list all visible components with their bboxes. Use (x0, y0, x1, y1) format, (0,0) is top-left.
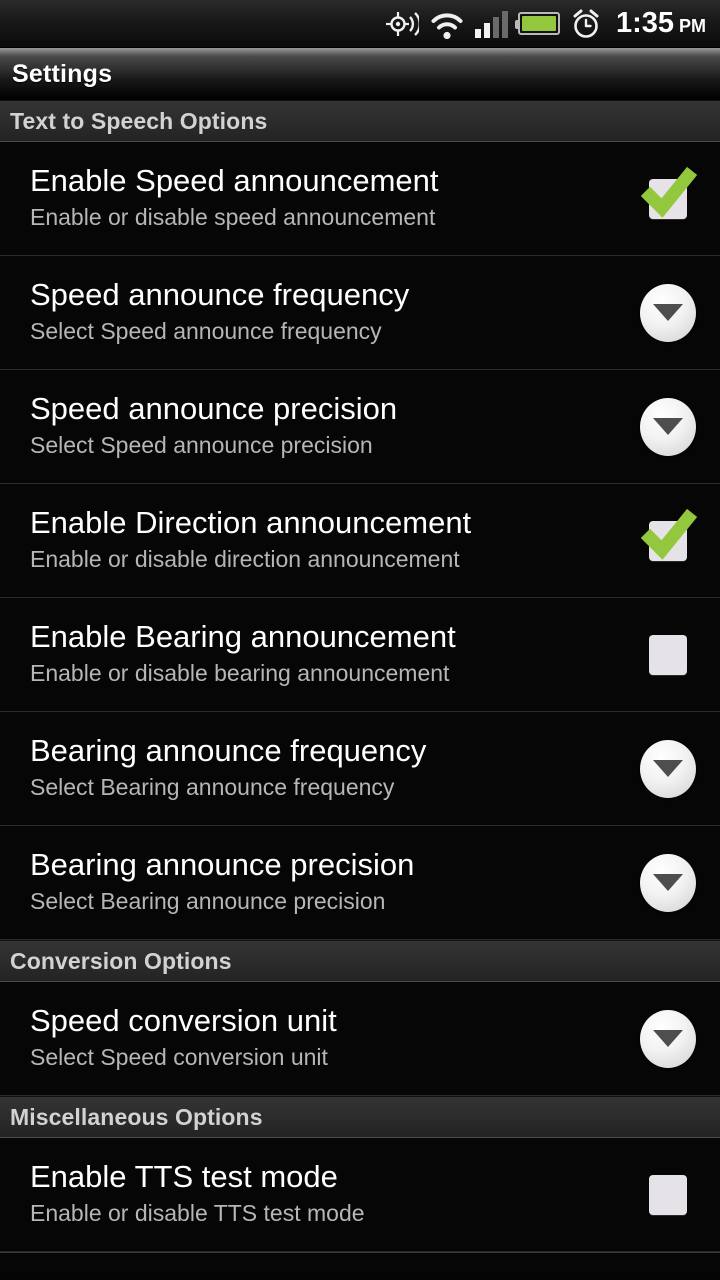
settings-row-bearing-announce-precision[interactable]: Bearing announce precision Select Bearing… (0, 826, 720, 940)
section-header-miscellaneous-options: Miscellaneous Options (0, 1096, 720, 1138)
row-title: Speed announce frequency (30, 277, 410, 313)
checkbox-unchecked[interactable] (649, 1174, 687, 1215)
section-header-conversion-options: Conversion Options (0, 940, 720, 982)
row-text-block: Speed conversion unit Select Speed conver… (30, 1003, 632, 1071)
row-widget[interactable] (632, 739, 704, 798)
row-text-block: Enable Direction announcement Enable or d… (30, 505, 632, 573)
settings-row-speed-announce-precision[interactable]: Speed announce precision Select Speed ann… (0, 370, 720, 484)
row-widget[interactable] (632, 508, 704, 561)
row-title: Enable Direction announcement (30, 505, 472, 541)
section-header-label: Conversion Options (10, 947, 232, 974)
row-text-block: Bearing announce precision Select Bearing… (30, 847, 632, 915)
row-summary: Select Speed announce precision (30, 432, 373, 459)
settings-row-enable-tts-test-mode[interactable]: Enable TTS test mode Enable or disable TT… (0, 1138, 720, 1252)
row-title: Speed conversion unit (30, 1003, 337, 1039)
row-summary: Select Speed announce frequency (30, 318, 382, 345)
checkmark-icon (640, 166, 698, 218)
page-title: Settings (12, 59, 113, 88)
status-bar: 1:35 PM (0, 0, 720, 48)
dropdown-spinner-button[interactable] (640, 739, 696, 798)
battery-icon (514, 12, 560, 35)
row-title: Speed announce precision (30, 391, 398, 427)
row-widget[interactable] (632, 1009, 704, 1068)
row-text-block: Enable Speed announcement Enable or disab… (30, 163, 632, 231)
gps-icon (385, 9, 419, 39)
chevron-down-icon (653, 418, 683, 435)
clock-ampm: PM (679, 16, 706, 36)
row-summary: Enable or disable TTS test mode (30, 1200, 365, 1227)
dropdown-spinner-button[interactable] (640, 1009, 696, 1068)
checkbox-checked[interactable] (640, 508, 698, 561)
row-widget[interactable] (632, 166, 704, 219)
row-widget[interactable] (632, 397, 704, 456)
row-summary: Enable or disable bearing announcement (30, 660, 450, 687)
chevron-down-icon (653, 874, 683, 891)
section-header-text-to-speech-options: Text to Speech Options (0, 100, 720, 142)
dropdown-spinner-button[interactable] (640, 283, 696, 342)
row-widget[interactable] (632, 853, 704, 912)
row-text-block: Speed announce precision Select Speed ann… (30, 391, 632, 459)
row-summary: Enable or disable speed announcement (30, 204, 436, 231)
settings-row-bearing-announce-frequency[interactable]: Bearing announce frequency Select Bearing… (0, 712, 720, 826)
row-title: Enable Speed announcement (30, 163, 439, 199)
alarm-clock-icon (570, 8, 602, 40)
list-bottom-spacer (0, 1252, 720, 1278)
dropdown-spinner-button[interactable] (640, 853, 696, 912)
row-title: Bearing announce frequency (30, 733, 427, 769)
row-title: Bearing announce precision (30, 847, 415, 883)
section-header-label: Text to Speech Options (10, 107, 268, 134)
chevron-down-icon (653, 304, 683, 321)
title-bar: Settings (0, 48, 720, 100)
cellular-signal-icon (474, 10, 508, 38)
chevron-down-icon (653, 1030, 683, 1047)
checkmark-icon (640, 508, 698, 560)
row-title: Enable TTS test mode (30, 1159, 338, 1195)
row-text-block: Bearing announce frequency Select Bearing… (30, 733, 632, 801)
settings-row-speed-announce-frequency[interactable]: Speed announce frequency Select Speed ann… (0, 256, 720, 370)
section-header-label: Miscellaneous Options (10, 1103, 263, 1130)
dropdown-spinner-button[interactable] (640, 397, 696, 456)
settings-row-enable-direction-announcement[interactable]: Enable Direction announcement Enable or d… (0, 484, 720, 598)
settings-row-enable-bearing-announcement[interactable]: Enable Bearing announcement Enable or dis… (0, 598, 720, 712)
wifi-icon (429, 9, 465, 39)
settings-list[interactable]: Text to Speech Options Enable Speed annou… (0, 100, 720, 1252)
clock-time: 1:35 (615, 7, 674, 39)
row-summary: Select Bearing announce precision (30, 888, 386, 915)
chevron-down-icon (653, 760, 683, 777)
row-title: Enable Bearing announcement (30, 619, 456, 655)
row-text-block: Enable TTS test mode Enable or disable TT… (30, 1159, 632, 1227)
settings-screen: 1:35 PM Settings Text to Speech Options E… (0, 0, 720, 1280)
row-summary: Enable or disable direction announcement (30, 546, 460, 573)
checkbox-unchecked[interactable] (649, 634, 687, 675)
row-widget[interactable] (632, 634, 704, 675)
row-summary: Select Speed conversion unit (30, 1044, 328, 1071)
row-widget[interactable] (632, 283, 704, 342)
settings-row-speed-conversion-unit[interactable]: Speed conversion unit Select Speed conver… (0, 982, 720, 1096)
row-text-block: Speed announce frequency Select Speed ann… (30, 277, 632, 345)
row-summary: Select Bearing announce frequency (30, 774, 395, 801)
row-text-block: Enable Bearing announcement Enable or dis… (30, 619, 632, 687)
status-bar-clock: 1:35 PM (616, 7, 710, 40)
row-widget[interactable] (632, 1174, 704, 1215)
settings-row-enable-speed-announcement[interactable]: Enable Speed announcement Enable or disab… (0, 142, 720, 256)
checkbox-checked[interactable] (640, 166, 698, 219)
